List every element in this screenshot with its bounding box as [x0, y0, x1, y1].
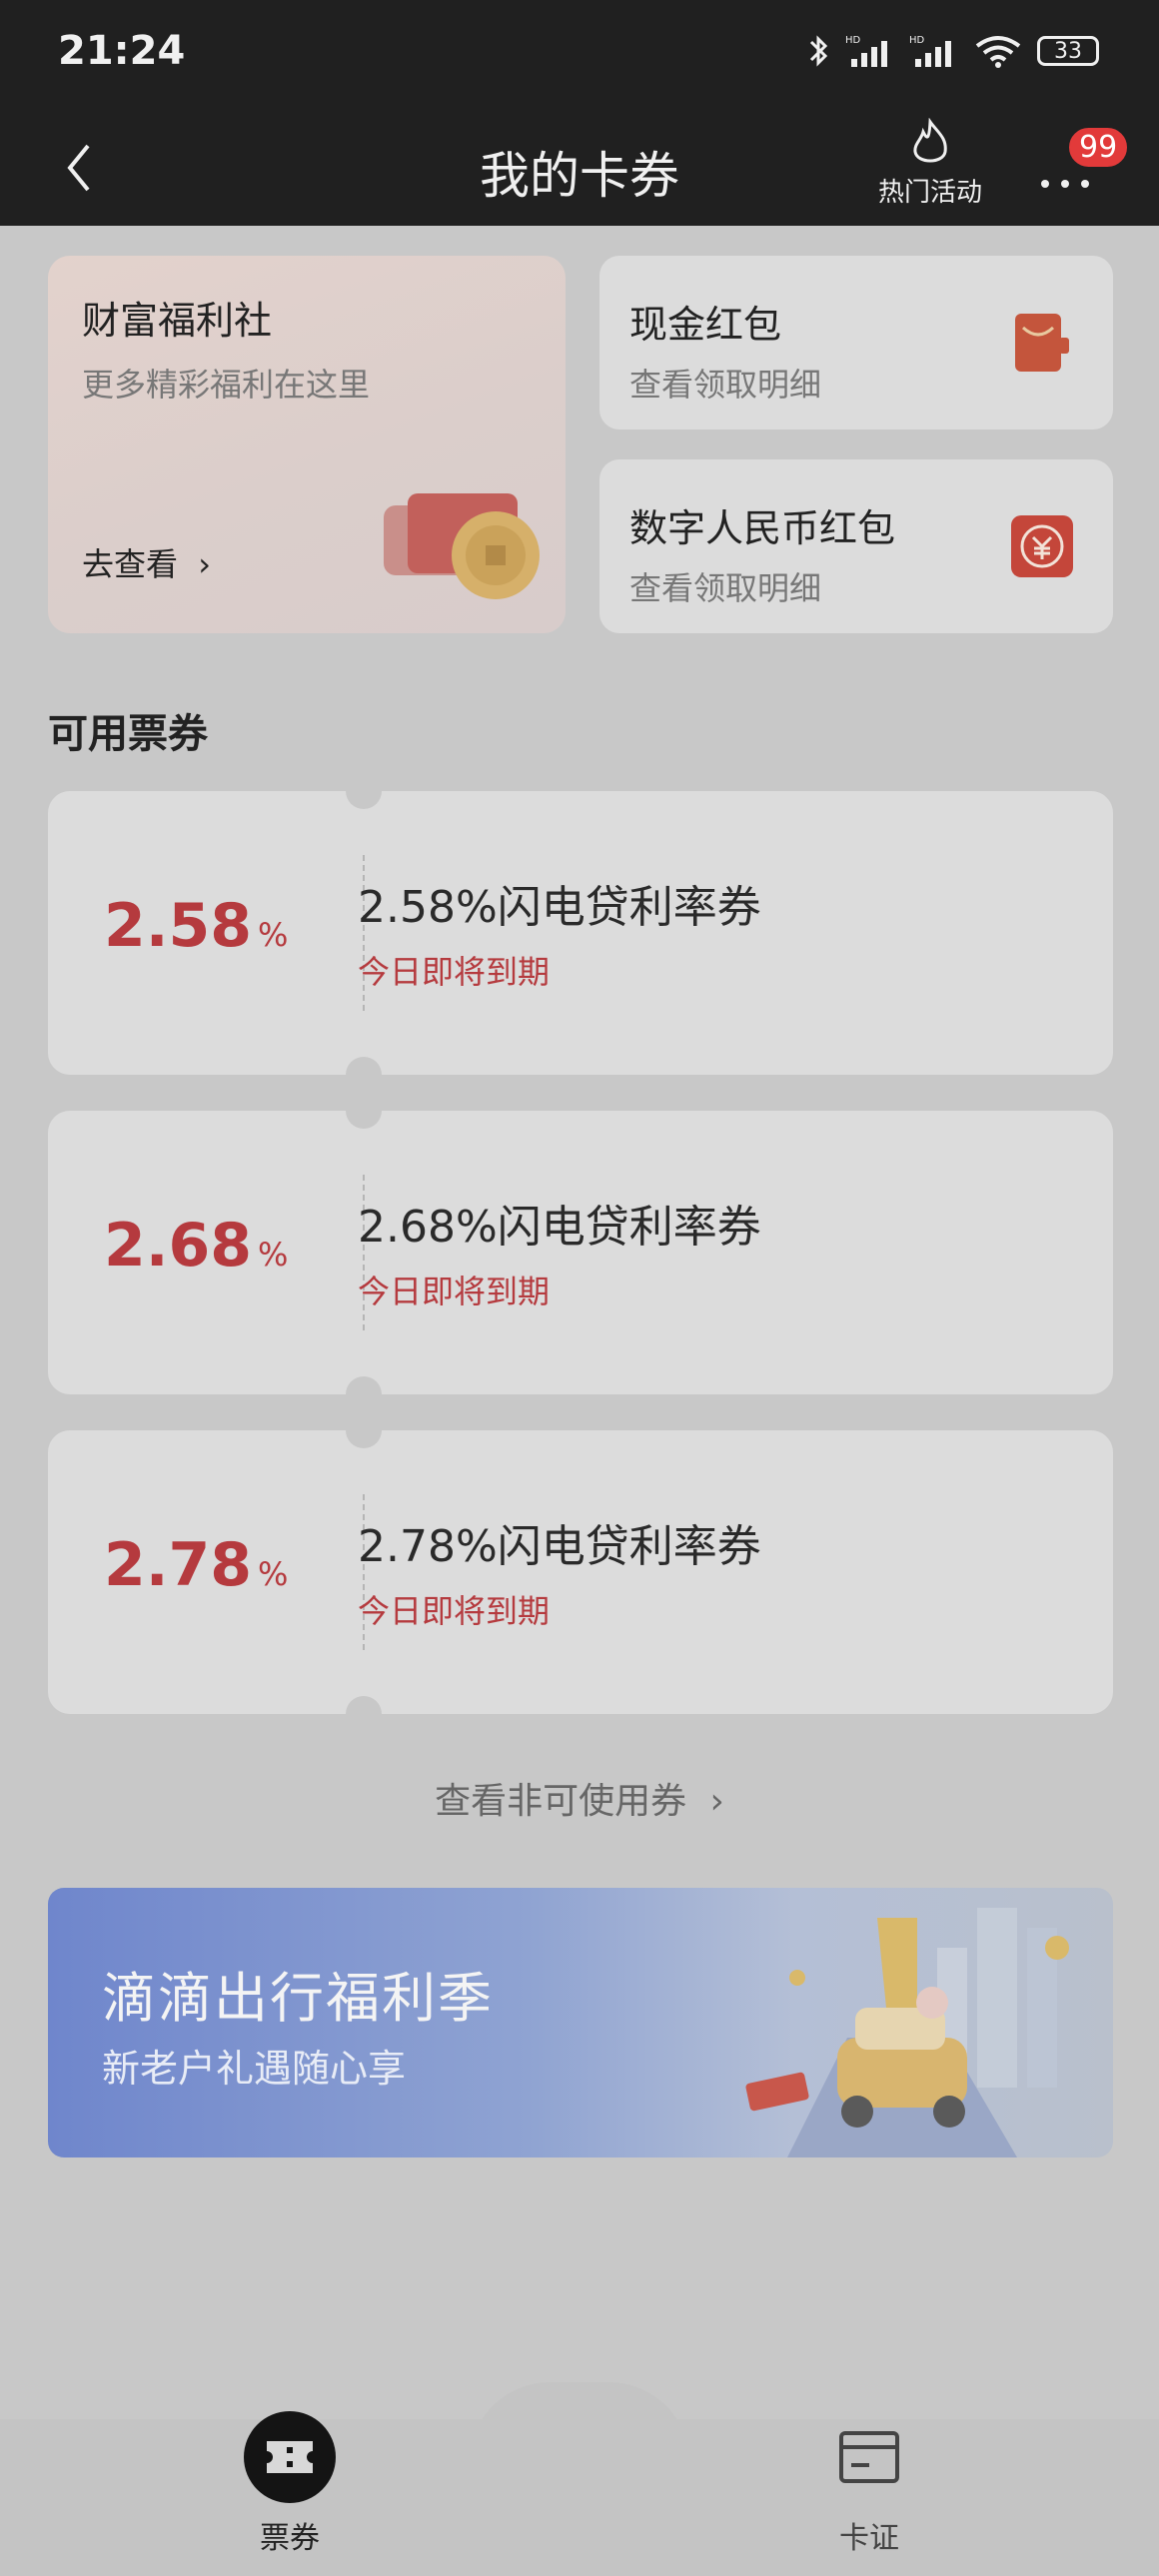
welfare-link-label: 去查看 — [82, 545, 179, 583]
welfare-title: 财富福利社 — [82, 299, 273, 343]
welfare-subtitle: 更多精彩福利在这里 — [82, 366, 371, 404]
tab-certificates[interactable]: 卡证 — [759, 2411, 979, 2571]
coupon-rate-unit: % — [258, 1555, 289, 1593]
nav-bar: 我的卡券 热门活动 99 — [0, 112, 1159, 226]
status-bar: 21:24 HD HD 33 — [0, 0, 1159, 112]
banner-title: 滴滴出行福利季 — [102, 1967, 494, 2030]
coupon-notch — [346, 791, 382, 809]
ticket-icon — [244, 2411, 336, 2503]
svg-text:HD: HD — [909, 35, 925, 46]
signal-icon-2: HD — [909, 35, 951, 67]
coupon-rate-value: 2.58 — [104, 891, 253, 961]
digital-rmb-icon — [1011, 515, 1073, 577]
didi-promo-banner[interactable]: 滴滴出行福利季 新老户礼遇随心享 — [48, 1888, 1113, 2157]
coupon-rate-value: 2.78 — [104, 1530, 253, 1600]
svg-text:HD: HD — [845, 35, 861, 46]
red-envelope-icon — [1015, 314, 1069, 372]
tab-certificates-label: 卡证 — [839, 2521, 899, 2556]
coupon-title: 2.78%闪电贷利率券 — [358, 1521, 761, 1572]
coupon-expiry: 今日即将到期 — [358, 953, 551, 991]
coupon-expiry: 今日即将到期 — [358, 1592, 551, 1630]
hot-activity-button[interactable]: 热门活动 — [865, 117, 995, 218]
status-time: 21:24 — [58, 28, 186, 74]
coupon-rate-value: 2.68 — [104, 1211, 253, 1281]
status-icons: HD HD 33 — [807, 32, 1099, 70]
flame-icon — [913, 117, 947, 163]
battery-level: 33 — [1054, 38, 1082, 64]
wifi-icon — [975, 36, 1021, 68]
view-unusable-label: 查看非可使用券 — [435, 1781, 687, 1822]
welfare-link[interactable]: 去查看 › — [82, 539, 211, 585]
coupon-notch — [346, 1111, 382, 1129]
view-unusable-coupons-link[interactable]: 查看非可使用券 › — [0, 1772, 1159, 1824]
signal-icon: HD — [845, 35, 887, 67]
welfare-card[interactable]: 财富福利社 更多精彩福利在这里 去查看 › — [48, 256, 566, 633]
coupon-expiry: 今日即将到期 — [358, 1273, 551, 1310]
coupon-rate-unit: % — [258, 1236, 289, 1274]
battery-icon: 33 — [1037, 36, 1099, 66]
gift-coin-illustration — [384, 493, 540, 599]
coupon-notch — [346, 1376, 382, 1394]
tab-bar-hump — [470, 2382, 689, 2462]
more-button[interactable]: 99 — [1029, 126, 1130, 212]
banner-subtitle: 新老户礼遇随心享 — [102, 2047, 407, 2091]
coupon-card[interactable]: 2.78% 2.78%闪电贷利率券 今日即将到期 — [48, 1430, 1113, 1714]
cash-red-packet-card[interactable]: 现金红包 查看领取明细 — [599, 256, 1113, 429]
coupon-rate: 2.58% — [104, 891, 288, 961]
car-illustration — [745, 1908, 1069, 2157]
coupon-card[interactable]: 2.58% 2.58%闪电贷利率券 今日即将到期 — [48, 791, 1113, 1075]
digital-rmb-title: 数字人民币红包 — [629, 506, 896, 550]
cash-red-packet-title: 现金红包 — [629, 303, 782, 347]
tab-coupons[interactable]: 票券 — [180, 2411, 400, 2571]
coupon-rate-unit: % — [258, 916, 289, 954]
coupon-title: 2.68%闪电贷利率券 — [358, 1202, 761, 1253]
digital-rmb-red-packet-card[interactable]: 数字人民币红包 查看领取明细 — [599, 459, 1113, 633]
cash-red-packet-subtitle: 查看领取明细 — [629, 366, 822, 404]
coupon-rate: 2.78% — [104, 1530, 288, 1600]
hot-activity-label: 热门活动 — [877, 178, 982, 208]
coupon-notch — [346, 1057, 382, 1075]
coupon-notch — [346, 1696, 382, 1714]
chevron-right-icon: › — [709, 1781, 724, 1822]
notification-badge: 99 — [1067, 126, 1130, 169]
bluetooth-icon — [809, 35, 828, 67]
tab-coupons-label: 票券 — [260, 2521, 320, 2556]
coupon-card[interactable]: 2.68% 2.68%闪电贷利率券 今日即将到期 — [48, 1111, 1113, 1394]
card-icon — [839, 2431, 899, 2483]
section-title: 可用票券 — [48, 711, 208, 757]
coupon-notch — [346, 1430, 382, 1448]
chevron-right-icon: › — [198, 545, 211, 583]
coupon-rate: 2.68% — [104, 1211, 288, 1281]
digital-rmb-subtitle: 查看领取明细 — [629, 569, 822, 607]
coupon-title: 2.58%闪电贷利率券 — [358, 882, 761, 933]
